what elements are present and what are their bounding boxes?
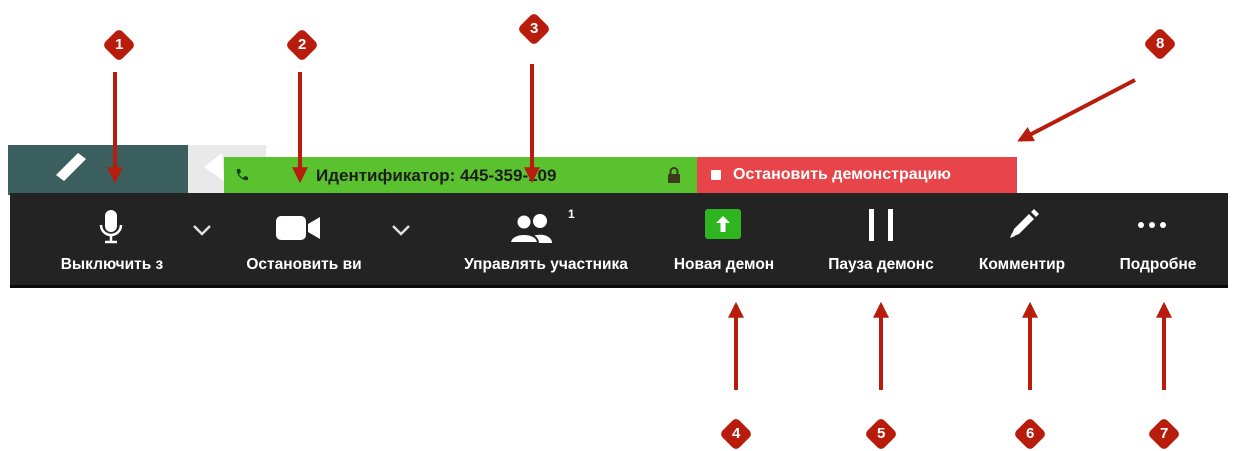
arrow-8 (1017, 78, 1136, 142)
annotation-arrows (107, 64, 1172, 390)
